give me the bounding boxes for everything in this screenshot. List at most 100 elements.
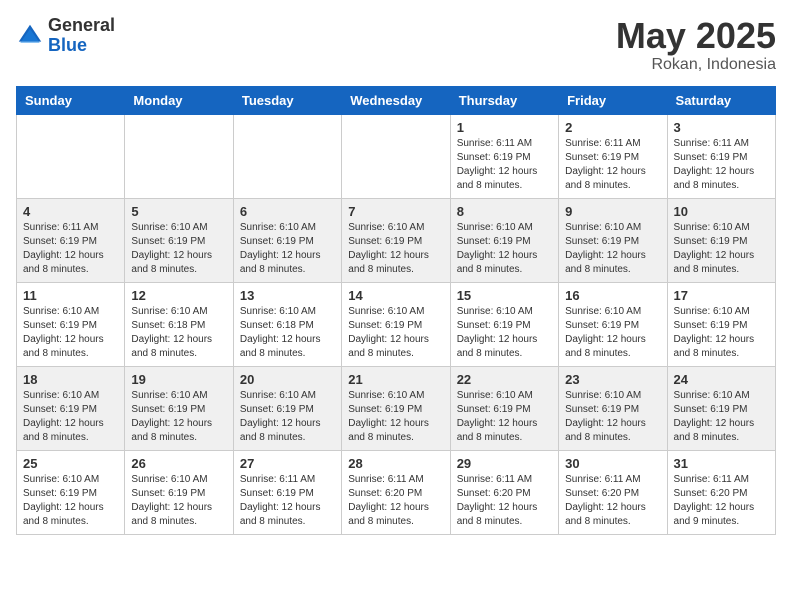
day-info: Sunrise: 6:10 AM Sunset: 6:19 PM Dayligh…	[348, 389, 443, 445]
calendar-day-cell: 28Sunrise: 6:11 AM Sunset: 6:20 PM Dayli…	[342, 450, 450, 534]
day-number: 18	[23, 372, 118, 387]
calendar-day-header: Monday	[125, 86, 233, 114]
calendar-table: SundayMondayTuesdayWednesdayThursdayFrid…	[16, 86, 776, 535]
calendar-day-cell: 25 Sunrise: 6:10 AM Sunset: 6:19 PM Dayli…	[17, 450, 125, 534]
day-number: 1	[457, 120, 552, 135]
day-number: 8	[457, 204, 552, 219]
location: Rokan, Indonesia	[616, 56, 776, 74]
day-info: Sunrise: 6:10 AM Sunset: 6:19 PM Dayligh…	[240, 221, 335, 277]
day-info: Sunrise: 6:10 AM Sunset: 6:19 PM Dayligh…	[457, 305, 552, 361]
day-info: Sunrise: 6:10 AM Sunset: 6:19 PM Dayligh…	[457, 389, 552, 445]
day-info: Sunrise: 6:10 AM Sunset: 6:19 PM Dayligh…	[23, 389, 118, 445]
calendar-week-row: 1 Sunrise: 6:11 AM Sunset: 6:19 PM Daylig…	[17, 114, 776, 198]
calendar-day-header: Thursday	[450, 86, 558, 114]
calendar-week-row: 18 Sunrise: 6:10 AM Sunset: 6:19 PM Dayli…	[17, 366, 776, 450]
day-info: Sunrise: 6:11 AM Sunset: 6:20 PM Dayligh…	[457, 473, 552, 529]
calendar-day-cell: 20Sunrise: 6:10 AM Sunset: 6:19 PM Dayli…	[233, 366, 341, 450]
day-number: 22	[457, 372, 552, 387]
day-number: 27	[240, 456, 335, 471]
day-number: 7	[348, 204, 443, 219]
day-number: 21	[348, 372, 443, 387]
calendar-day-cell: 26Sunrise: 6:10 AM Sunset: 6:19 PM Dayli…	[125, 450, 233, 534]
day-info: Sunrise: 6:10 AM Sunset: 6:19 PM Dayligh…	[565, 305, 660, 361]
calendar-day-cell: 29 Sunrise: 6:11 AM Sunset: 6:20 PM Dayli…	[450, 450, 558, 534]
logo: General Blue	[16, 16, 115, 56]
calendar-day-cell: 30 Sunrise: 6:11 AM Sunset: 6:20 PM Dayli…	[559, 450, 667, 534]
day-number: 17	[674, 288, 769, 303]
calendar-header-row: SundayMondayTuesdayWednesdayThursdayFrid…	[17, 86, 776, 114]
calendar-day-cell: 8 Sunrise: 6:10 AM Sunset: 6:19 PM Daylig…	[450, 198, 558, 282]
day-info: Sunrise: 6:11 AM Sunset: 6:19 PM Dayligh…	[240, 473, 335, 529]
calendar-day-cell: 4 Sunrise: 6:11 AM Sunset: 6:19 PM Daylig…	[17, 198, 125, 282]
day-info: Sunrise: 6:10 AM Sunset: 6:19 PM Dayligh…	[240, 389, 335, 445]
day-info: Sunrise: 6:11 AM Sunset: 6:20 PM Dayligh…	[565, 473, 660, 529]
day-number: 25	[23, 456, 118, 471]
day-info: Sunrise: 6:11 AM Sunset: 6:20 PM Dayligh…	[348, 473, 443, 529]
day-info: Sunrise: 6:10 AM Sunset: 6:18 PM Dayligh…	[240, 305, 335, 361]
calendar-week-row: 25 Sunrise: 6:10 AM Sunset: 6:19 PM Dayli…	[17, 450, 776, 534]
calendar-day-cell: 23 Sunrise: 6:10 AM Sunset: 6:19 PM Dayli…	[559, 366, 667, 450]
calendar-day-cell: 14 Sunrise: 6:10 AM Sunset: 6:19 PM Dayli…	[342, 282, 450, 366]
day-info: Sunrise: 6:10 AM Sunset: 6:19 PM Dayligh…	[674, 305, 769, 361]
day-info: Sunrise: 6:10 AM Sunset: 6:19 PM Dayligh…	[457, 221, 552, 277]
calendar-day-header: Saturday	[667, 86, 775, 114]
day-info: Sunrise: 6:11 AM Sunset: 6:19 PM Dayligh…	[674, 137, 769, 193]
calendar-day-cell: 24Sunrise: 6:10 AM Sunset: 6:19 PM Dayli…	[667, 366, 775, 450]
day-info: Sunrise: 6:10 AM Sunset: 6:19 PM Dayligh…	[131, 389, 226, 445]
day-info: Sunrise: 6:11 AM Sunset: 6:19 PM Dayligh…	[23, 221, 118, 277]
day-info: Sunrise: 6:10 AM Sunset: 6:19 PM Dayligh…	[23, 473, 118, 529]
day-info: Sunrise: 6:11 AM Sunset: 6:20 PM Dayligh…	[674, 473, 769, 529]
calendar-day-cell: 27 Sunrise: 6:11 AM Sunset: 6:19 PM Dayli…	[233, 450, 341, 534]
day-number: 30	[565, 456, 660, 471]
day-number: 6	[240, 204, 335, 219]
calendar-day-header: Wednesday	[342, 86, 450, 114]
day-number: 3	[674, 120, 769, 135]
calendar-day-cell: 5 Sunrise: 6:10 AM Sunset: 6:19 PM Daylig…	[125, 198, 233, 282]
calendar-day-header: Sunday	[17, 86, 125, 114]
day-info: Sunrise: 6:10 AM Sunset: 6:19 PM Dayligh…	[565, 389, 660, 445]
day-info: Sunrise: 6:10 AM Sunset: 6:19 PM Dayligh…	[348, 305, 443, 361]
logo-blue: Blue	[48, 36, 115, 56]
calendar-day-cell	[342, 114, 450, 198]
calendar-day-cell: 16 Sunrise: 6:10 AM Sunset: 6:19 PM Dayli…	[559, 282, 667, 366]
logo-general: General	[48, 16, 115, 36]
day-info: Sunrise: 6:11 AM Sunset: 6:19 PM Dayligh…	[457, 137, 552, 193]
day-number: 5	[131, 204, 226, 219]
calendar-day-cell: 2 Sunrise: 6:11 AM Sunset: 6:19 PM Daylig…	[559, 114, 667, 198]
day-number: 14	[348, 288, 443, 303]
day-info: Sunrise: 6:10 AM Sunset: 6:19 PM Dayligh…	[131, 221, 226, 277]
day-number: 31	[674, 456, 769, 471]
calendar-day-cell: 19Sunrise: 6:10 AM Sunset: 6:19 PM Dayli…	[125, 366, 233, 450]
month-title: May 2025	[616, 16, 776, 56]
day-number: 4	[23, 204, 118, 219]
calendar-day-cell: 18 Sunrise: 6:10 AM Sunset: 6:19 PM Dayli…	[17, 366, 125, 450]
calendar-day-cell: 6 Sunrise: 6:10 AM Sunset: 6:19 PM Daylig…	[233, 198, 341, 282]
calendar-day-cell: 7 Sunrise: 6:10 AM Sunset: 6:19 PM Daylig…	[342, 198, 450, 282]
day-info: Sunrise: 6:10 AM Sunset: 6:19 PM Dayligh…	[348, 221, 443, 277]
day-number: 2	[565, 120, 660, 135]
day-number: 9	[565, 204, 660, 219]
calendar-day-cell	[17, 114, 125, 198]
day-number: 15	[457, 288, 552, 303]
day-info: Sunrise: 6:11 AM Sunset: 6:19 PM Dayligh…	[565, 137, 660, 193]
day-number: 26	[131, 456, 226, 471]
day-number: 23	[565, 372, 660, 387]
calendar-week-row: 11 Sunrise: 6:10 AM Sunset: 6:19 PM Dayli…	[17, 282, 776, 366]
day-number: 29	[457, 456, 552, 471]
day-info: Sunrise: 6:10 AM Sunset: 6:19 PM Dayligh…	[674, 389, 769, 445]
calendar-day-cell: 17 Sunrise: 6:10 AM Sunset: 6:19 PM Dayli…	[667, 282, 775, 366]
day-number: 16	[565, 288, 660, 303]
calendar-day-cell: 10Sunrise: 6:10 AM Sunset: 6:19 PM Dayli…	[667, 198, 775, 282]
day-info: Sunrise: 6:10 AM Sunset: 6:19 PM Dayligh…	[23, 305, 118, 361]
calendar-day-cell: 9Sunrise: 6:10 AM Sunset: 6:19 PM Daylig…	[559, 198, 667, 282]
calendar-day-cell: 12Sunrise: 6:10 AM Sunset: 6:18 PM Dayli…	[125, 282, 233, 366]
calendar-day-cell: 22 Sunrise: 6:10 AM Sunset: 6:19 PM Dayli…	[450, 366, 558, 450]
calendar-day-header: Tuesday	[233, 86, 341, 114]
calendar-day-cell: 11 Sunrise: 6:10 AM Sunset: 6:19 PM Dayli…	[17, 282, 125, 366]
calendar-day-cell: 3 Sunrise: 6:11 AM Sunset: 6:19 PM Daylig…	[667, 114, 775, 198]
calendar-day-cell: 1 Sunrise: 6:11 AM Sunset: 6:19 PM Daylig…	[450, 114, 558, 198]
day-number: 11	[23, 288, 118, 303]
calendar-day-cell	[125, 114, 233, 198]
calendar-day-header: Friday	[559, 86, 667, 114]
day-number: 13	[240, 288, 335, 303]
